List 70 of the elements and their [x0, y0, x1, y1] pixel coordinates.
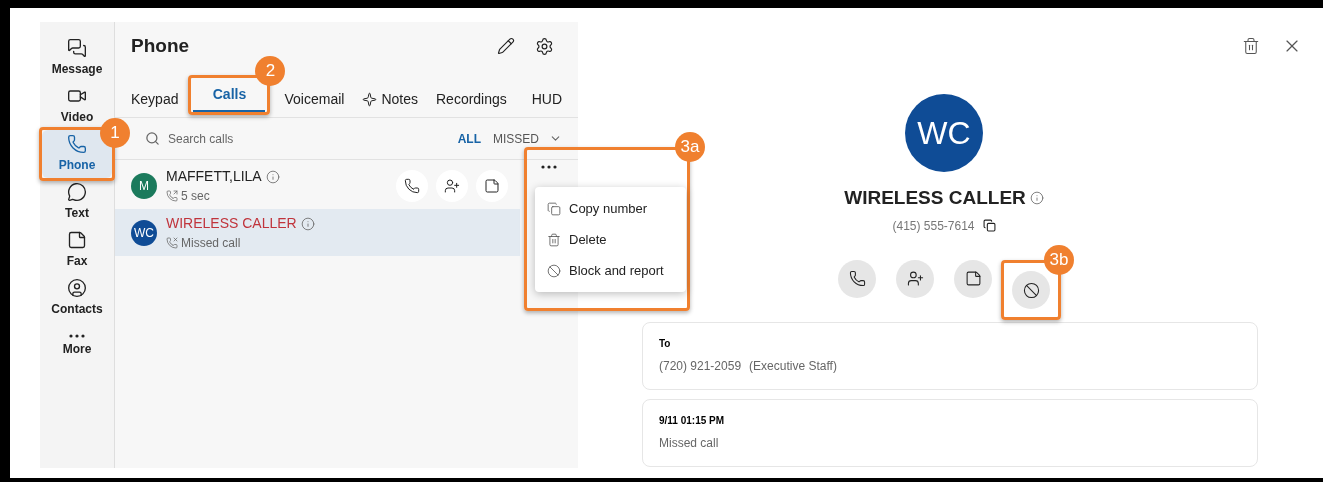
avatar-initials: WC: [905, 94, 983, 172]
call-row[interactable]: M MAFFETT,LILA 5 sec: [115, 162, 520, 209]
phone-number: (415) 555-7614: [892, 217, 975, 235]
menu-item[interactable]: Block and report: [535, 255, 686, 286]
menu-item[interactable]: Delete: [535, 224, 686, 255]
contact-name: WIRELESS CALLER: [844, 186, 1026, 210]
call-detail: 5 sec: [181, 188, 210, 205]
sidebar-item[interactable]: Text: [42, 178, 112, 226]
info-icon[interactable]: [265, 169, 280, 184]
tab[interactable]: Keypad: [123, 83, 187, 117]
avatar-initials: WC: [131, 219, 157, 246]
add-user-icon: [444, 177, 460, 194]
call-button[interactable]: [838, 259, 876, 298]
note-icon: [964, 270, 982, 287]
search-icon: [145, 131, 160, 146]
avatar-initials: M: [131, 172, 157, 199]
block-button[interactable]: [1012, 271, 1050, 309]
step-badge: 3b: [1044, 245, 1074, 275]
more-icon: [541, 165, 557, 169]
add-user-icon: [906, 270, 924, 287]
tab[interactable]: Notes: [354, 83, 426, 117]
call-detail: Missed call: [181, 235, 241, 252]
note-button[interactable]: [954, 259, 992, 298]
sidebar-item[interactable]: More: [42, 322, 112, 370]
sidebar-item[interactable]: Contacts: [42, 274, 112, 322]
note-icon: [484, 177, 500, 194]
copy-icon[interactable]: [982, 219, 996, 232]
settings-icon[interactable]: [535, 36, 554, 56]
step-badge: 2: [255, 56, 286, 86]
search-field[interactable]: Search calls: [168, 129, 368, 148]
sidebar-item[interactable]: Fax: [42, 226, 112, 274]
edit-icon[interactable]: [497, 37, 515, 55]
phone-icon: [848, 270, 866, 287]
tab[interactable]: Recordings: [428, 83, 515, 117]
card-note: (Executive Staff): [749, 358, 837, 375]
call-button[interactable]: [396, 169, 428, 202]
add-contact-button[interactable]: [436, 169, 468, 202]
phone-icon: [404, 177, 420, 194]
trash-icon[interactable]: [1242, 37, 1260, 55]
sidebar-item[interactable]: Message: [42, 34, 112, 82]
card-value: (720) 921-2059: [659, 358, 742, 375]
sparkle-icon: [362, 91, 378, 107]
trash-icon: [547, 232, 561, 247]
missed-call-icon: [166, 237, 178, 249]
block-icon: [1022, 281, 1040, 299]
sidebar-item[interactable]: Phone: [42, 130, 112, 178]
outgoing-call-icon: [166, 190, 178, 202]
user-circle-icon: [67, 278, 87, 298]
filter-tab[interactable]: MISSED: [491, 129, 541, 148]
more-icon: [69, 334, 85, 338]
card-title: 9/11 01:15 PM: [659, 414, 726, 428]
block-icon: [547, 263, 561, 278]
step-badge: 3a: [675, 132, 705, 162]
tab[interactable]: Voicemail: [276, 83, 353, 117]
card-title: To: [659, 337, 672, 351]
chat-bubble-icon: [67, 182, 87, 202]
menu-item[interactable]: Copy number: [535, 193, 686, 224]
panel-title: Phone: [131, 33, 191, 58]
info-icon[interactable]: [1029, 191, 1044, 206]
copy-icon: [547, 201, 561, 216]
caller-name: MAFFETT,LILA: [166, 167, 262, 186]
note-icon: [67, 230, 87, 250]
add-contact-button[interactable]: [896, 259, 934, 298]
info-icon[interactable]: [300, 216, 315, 231]
filter-tab[interactable]: ALL: [455, 129, 483, 148]
caller-name: WIRELESS CALLER: [166, 214, 297, 233]
phone-icon: [67, 134, 87, 154]
chat-bubbles-icon: [67, 38, 87, 58]
tab[interactable]: HUD: [523, 83, 570, 117]
card-value: Missed call: [659, 435, 719, 452]
